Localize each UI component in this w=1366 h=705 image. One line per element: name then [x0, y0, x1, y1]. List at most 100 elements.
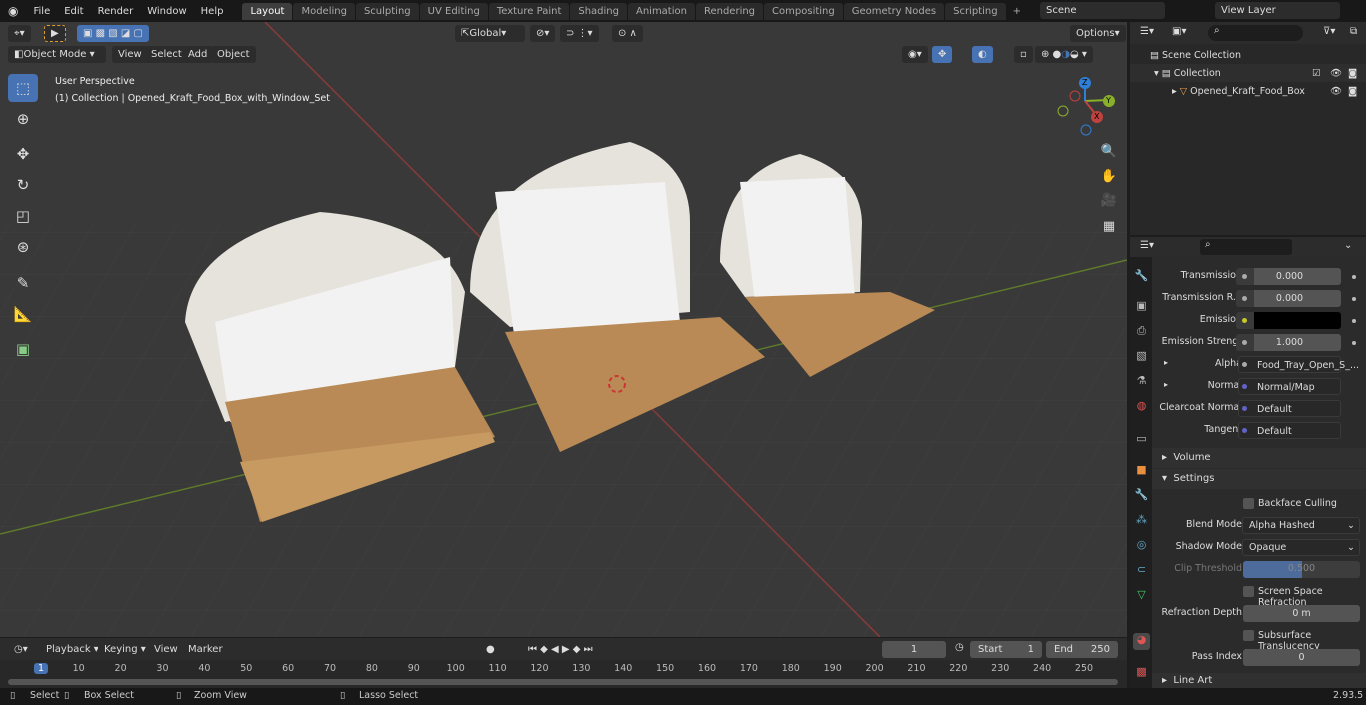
- physics-tab-icon[interactable]: ◎: [1133, 538, 1150, 555]
- tab-scripting[interactable]: Scripting: [945, 2, 1006, 20]
- outliner-collection[interactable]: ▾ ▤ Collection ☑ 👁 ◙: [1130, 64, 1366, 82]
- particles-tab-icon[interactable]: ⁂: [1133, 513, 1150, 530]
- socket-icon[interactable]: [1236, 268, 1254, 285]
- refraction-depth-field[interactable]: 0 m: [1243, 605, 1360, 622]
- add-cube-tool[interactable]: ▣: [8, 335, 38, 363]
- blend-mode-select[interactable]: Alpha Hashed ⌄: [1242, 517, 1360, 534]
- outliner-search-input[interactable]: ⌕: [1208, 25, 1303, 41]
- line-art-panel-header[interactable]: ▸ Line Art: [1152, 673, 1366, 688]
- scene-selector[interactable]: Scene: [1040, 2, 1165, 19]
- select-tool-button[interactable]: ▶: [44, 25, 66, 42]
- options-chevron-icon[interactable]: ⌄: [1344, 240, 1352, 251]
- editor-type-icon[interactable]: ☰▾: [1140, 240, 1154, 251]
- gizmo-x-label[interactable]: X: [1094, 112, 1099, 121]
- transform-orientation-select[interactable]: ⇱ Global ▾: [455, 25, 525, 42]
- camera-restrict-icon[interactable]: ◙: [1348, 86, 1357, 97]
- clip-threshold-slider[interactable]: 0.500: [1243, 561, 1360, 578]
- tab-compositing[interactable]: Compositing: [764, 2, 843, 20]
- outliner-object[interactable]: ▸ ▽ Opened_Kraft_Food_Box 👁 ◙: [1130, 82, 1366, 100]
- outliner-scene-collection[interactable]: ▤ Scene Collection: [1130, 46, 1366, 64]
- pivot-button[interactable]: ⊘▾: [530, 25, 556, 42]
- frame-ruler[interactable]: 1 10 20 30 40 50 60 70 80 90 100 110 120 130 140 150 160…: [0, 662, 1127, 678]
- shading-mode-buttons[interactable]: ⊕ ● ◑ ◒ ▾: [1035, 46, 1093, 63]
- data-tab-icon[interactable]: ▽: [1133, 588, 1150, 605]
- start-frame-field[interactable]: Start 1: [970, 641, 1042, 658]
- menu-window[interactable]: Window: [140, 6, 193, 17]
- tab-uv-editing[interactable]: UV Editing: [419, 2, 488, 20]
- blender-logo-icon[interactable]: ◉: [0, 4, 26, 18]
- gizmo-toggle[interactable]: ✥: [932, 46, 953, 63]
- tab-shading[interactable]: Shading: [570, 2, 627, 20]
- annotate-tool[interactable]: ✎: [8, 269, 38, 297]
- gizmo-y-label[interactable]: Y: [1106, 96, 1111, 105]
- rotate-tool[interactable]: ↻: [8, 171, 38, 199]
- socket-icon[interactable]: [1236, 400, 1254, 417]
- ssr-row[interactable]: Screen Space Refraction: [1152, 581, 1366, 608]
- ssr-checkbox[interactable]: [1243, 586, 1254, 597]
- expand-arrow-icon[interactable]: ▸: [1164, 358, 1168, 367]
- camera-icon[interactable]: 🎥: [1098, 189, 1120, 211]
- xray-toggle[interactable]: ▫: [1014, 46, 1033, 63]
- pan-hand-icon[interactable]: ✋: [1098, 165, 1120, 187]
- backface-culling-row[interactable]: Backface Culling: [1152, 493, 1366, 515]
- new-collection-icon[interactable]: ⧉: [1350, 26, 1357, 37]
- expand-arrow-icon[interactable]: ▸: [1172, 86, 1180, 97]
- socket-icon[interactable]: [1236, 290, 1254, 307]
- menu-add[interactable]: Add: [182, 46, 214, 63]
- constraints-tab-icon[interactable]: ⊂: [1133, 563, 1150, 580]
- sss-row[interactable]: Subsurface Translucency: [1152, 625, 1366, 652]
- current-frame-marker[interactable]: 1: [33, 663, 49, 674]
- expand-arrow-icon[interactable]: ▾: [1154, 68, 1162, 79]
- keyframe-dot-icon[interactable]: [1352, 319, 1356, 323]
- menu-marker[interactable]: Marker: [182, 641, 229, 658]
- tab-rendering[interactable]: Rendering: [695, 2, 764, 20]
- tab-modeling[interactable]: Modeling: [293, 2, 355, 20]
- collection-tab-icon[interactable]: ▭: [1133, 432, 1150, 449]
- tab-sculpting[interactable]: Sculpting: [355, 2, 419, 20]
- menu-view[interactable]: View: [148, 641, 184, 658]
- socket-icon[interactable]: [1236, 422, 1254, 439]
- menu-playback[interactable]: Playback ▾: [40, 641, 105, 658]
- menu-object[interactable]: Object: [211, 46, 256, 63]
- snap-button[interactable]: ⊃ ⋮▾: [560, 25, 599, 42]
- visibility-button[interactable]: ◉▾: [902, 46, 928, 63]
- object-mode-select[interactable]: ◧ Object Mode ▾: [8, 46, 106, 63]
- current-frame-field[interactable]: 1: [882, 641, 946, 658]
- modifier-tab-icon[interactable]: 🔧: [1133, 488, 1150, 505]
- keyframe-dot-icon[interactable]: [1352, 297, 1356, 301]
- eye-icon[interactable]: 👁: [1330, 68, 1342, 79]
- add-workspace-button[interactable]: +: [1007, 6, 1027, 17]
- stopwatch-icon[interactable]: ◷: [955, 642, 964, 653]
- editor-type-button[interactable]: ◷▾: [8, 641, 34, 658]
- pass-index-field[interactable]: 0: [1243, 649, 1360, 666]
- camera-restrict-icon[interactable]: ◙: [1348, 68, 1357, 79]
- transform-tool[interactable]: ⊛: [8, 233, 38, 261]
- playback-controls[interactable]: ⏮ ◆ ◀ ▶ ◆ ⏭: [522, 641, 599, 658]
- sss-checkbox[interactable]: [1243, 630, 1254, 641]
- tab-geometry-nodes[interactable]: Geometry Nodes: [843, 2, 945, 20]
- backface-culling-checkbox[interactable]: [1243, 498, 1254, 509]
- view-layer-tab-icon[interactable]: ▧: [1133, 349, 1150, 366]
- object-tab-icon[interactable]: ■: [1133, 463, 1150, 480]
- view-layer-selector[interactable]: View Layer: [1215, 2, 1340, 19]
- timeline-scrollbar[interactable]: [8, 679, 1118, 685]
- scene-tab-icon[interactable]: ⚗: [1133, 374, 1150, 391]
- tab-layout[interactable]: Layout: [242, 2, 293, 20]
- scale-tool[interactable]: ◰: [8, 202, 38, 230]
- socket-icon[interactable]: [1236, 334, 1254, 351]
- menu-render[interactable]: Render: [91, 6, 141, 17]
- output-tab-icon[interactable]: ⎙: [1133, 324, 1150, 341]
- display-mode-icon[interactable]: ▣▾: [1172, 26, 1186, 37]
- shadow-mode-select[interactable]: Opaque ⌄: [1242, 539, 1360, 556]
- expand-arrow-icon[interactable]: ▸: [1164, 380, 1168, 389]
- menu-keying[interactable]: Keying ▾: [98, 641, 152, 658]
- eye-icon[interactable]: 👁: [1330, 86, 1342, 97]
- keyframe-dot-icon[interactable]: [1352, 341, 1356, 345]
- gizmo-z-label[interactable]: Z: [1082, 78, 1087, 87]
- measure-tool[interactable]: 📐: [8, 300, 38, 328]
- cursor-tool[interactable]: ⊕: [8, 105, 38, 133]
- tool-tab-icon[interactable]: 🔧: [1133, 269, 1150, 286]
- tab-texture-paint[interactable]: Texture Paint: [488, 2, 570, 20]
- render-tab-icon[interactable]: ▣: [1133, 299, 1150, 316]
- zoom-icon[interactable]: 🔍: [1098, 140, 1120, 162]
